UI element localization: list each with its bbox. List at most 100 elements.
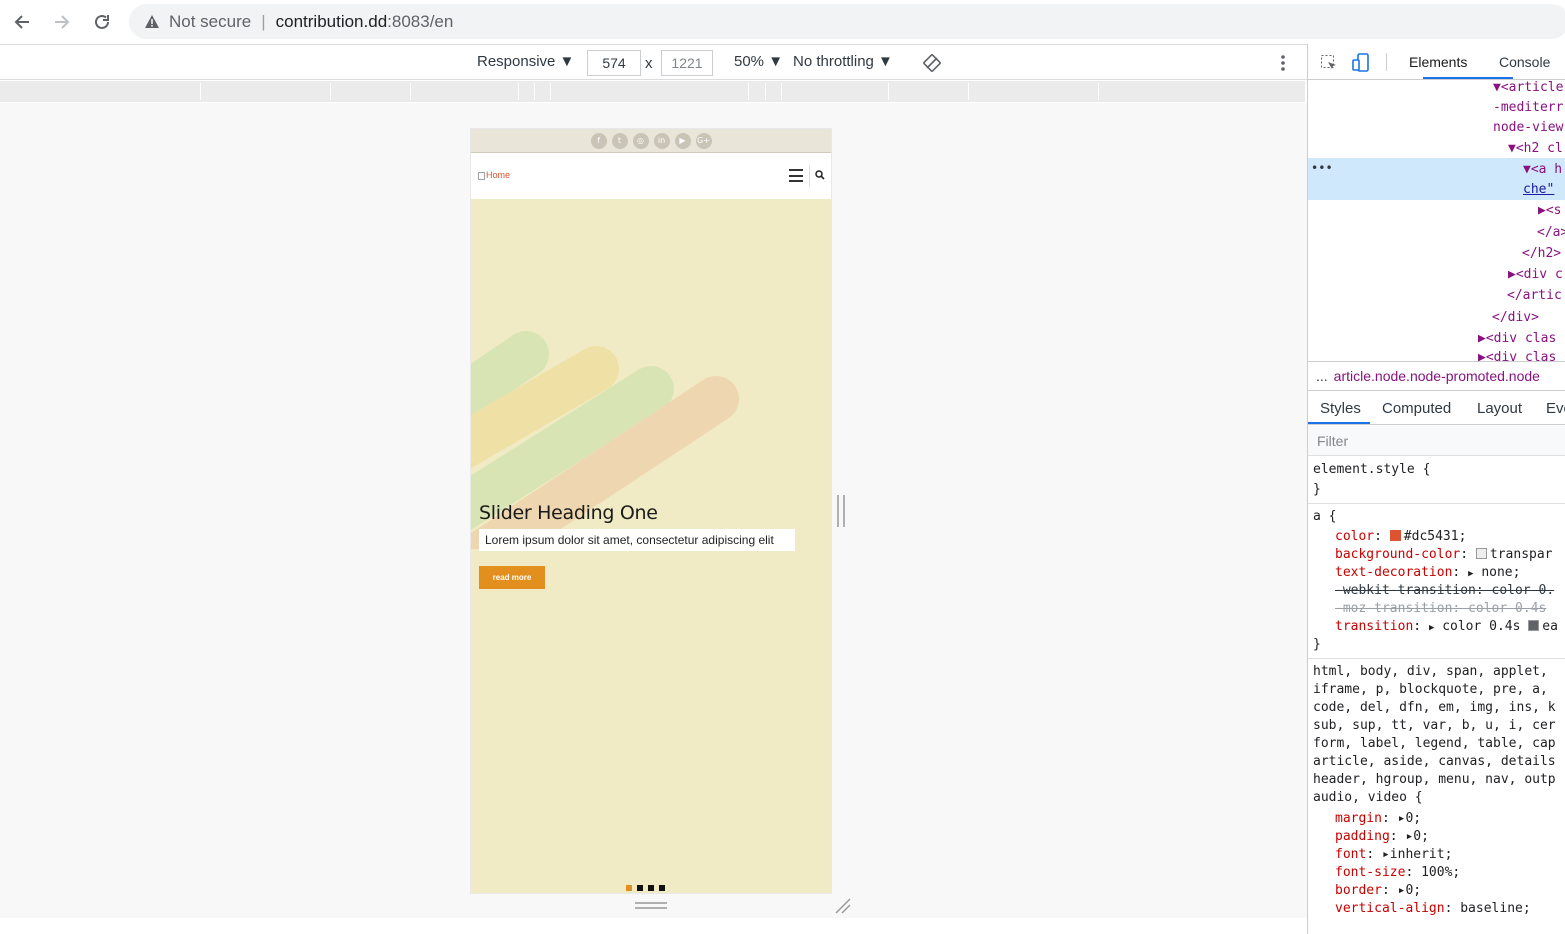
style-declaration[interactable]: transition: ▶ color 0.4s ea <box>1335 619 1558 634</box>
tab-elements[interactable]: Elements <box>1409 54 1467 70</box>
dom-line[interactable]: </artic <box>1507 288 1562 303</box>
logo-alt-text: Home <box>486 170 511 180</box>
dom-line[interactable]: ▼<a h <box>1523 162 1562 177</box>
transparent-swatch-icon <box>1475 548 1487 559</box>
dom-line[interactable]: </div> <box>1492 310 1539 325</box>
device-select[interactable]: Responsive ▼ <box>477 53 574 70</box>
header-divider <box>809 165 810 187</box>
device-toolbar: Responsive ▼ 574 x 1221 50% ▼ No throttl… <box>0 44 1307 80</box>
social-links-bar: f t ◎ in ▶ G+ <box>471 129 831 153</box>
browser-toolbar: Not secure | contribution.dd:8083/en <box>0 0 1565 44</box>
omnibox-divider: | <box>261 11 266 31</box>
dimension-times: x <box>645 55 653 72</box>
dom-line[interactable]: ▶<div c <box>1508 267 1563 282</box>
forward-button[interactable] <box>48 8 76 36</box>
back-button[interactable] <box>8 8 36 36</box>
width-input[interactable]: 574 <box>587 50 641 76</box>
tab-layout[interactable]: Layout <box>1477 400 1522 417</box>
dom-line[interactable]: -mediterr <box>1493 100 1563 115</box>
devtools-panel: Elements Console ••• ▼<article -mediterr… <box>1307 44 1565 934</box>
rule-selector-line: code, del, dfn, em, img, ins, k <box>1313 700 1556 715</box>
row-ellipsis[interactable]: ••• <box>1311 161 1333 175</box>
google-plus-icon[interactable]: G+ <box>695 132 712 149</box>
more-options-icon[interactable] <box>1275 53 1291 77</box>
style-declaration[interactable]: text-decoration: ▶ none; <box>1335 565 1520 580</box>
emulated-device-screen: f t ◎ in ▶ G+ Home Slider Heading One Lo… <box>471 129 831 893</box>
tab-console[interactable]: Console <box>1499 54 1550 70</box>
slide-heading: Slider Heading One <box>479 502 658 524</box>
active-subtab-indicator <box>1308 422 1370 424</box>
breadcrumb-ellipsis[interactable]: ... <box>1316 368 1328 384</box>
style-declaration[interactable]: vertical-align: baseline; <box>1335 901 1531 916</box>
zoom-select[interactable]: 50% ▼ <box>734 53 783 70</box>
search-icon[interactable] <box>815 170 825 180</box>
style-declaration[interactable]: background-color: transpar <box>1335 547 1553 562</box>
style-declaration[interactable]: font: ▸inherit; <box>1335 847 1452 862</box>
device-toggle-icon[interactable] <box>1352 53 1370 73</box>
media-query-bar[interactable] <box>0 81 1305 102</box>
active-tab-indicator <box>1423 77 1513 79</box>
rule-selector-line: iframe, p, blockquote, pre, a, <box>1313 682 1548 697</box>
url-host: contribution.dd <box>275 11 388 31</box>
slider-dot[interactable] <box>637 885 643 891</box>
dom-line[interactable]: ▶<div clas <box>1478 331 1556 346</box>
url-text: contribution.dd:8083/en <box>276 12 454 32</box>
rule-selector-line: html, body, div, span, applet, <box>1313 664 1548 679</box>
tab-event-listeners[interactable]: Eve <box>1546 400 1565 417</box>
slider-dot[interactable] <box>626 885 632 891</box>
security-label: Not secure <box>169 11 252 31</box>
tab-computed[interactable]: Computed <box>1382 400 1451 417</box>
inspect-element-icon[interactable] <box>1320 54 1338 72</box>
styles-filter-input[interactable]: Filter <box>1308 426 1565 456</box>
facebook-icon[interactable]: f <box>590 132 607 149</box>
height-resize-handle[interactable] <box>635 902 667 909</box>
rule-selector: a { <box>1313 509 1337 524</box>
back-arrow-icon <box>14 15 29 29</box>
slider-dot[interactable] <box>648 885 654 891</box>
element-style-close: } <box>1313 482 1321 497</box>
tab-styles[interactable]: Styles <box>1320 400 1361 417</box>
styles-subtabbar: Styles Computed Layout Eve <box>1308 391 1565 425</box>
style-declaration[interactable]: color: #dc5431; <box>1335 529 1466 544</box>
rule-selector-line: audio, video { <box>1313 790 1423 805</box>
style-declaration[interactable]: font-size: 100%; <box>1335 865 1460 880</box>
site-header: Home <box>471 153 831 199</box>
style-declaration[interactable]: padding: ▸0; <box>1335 829 1429 844</box>
style-declaration[interactable]: margin: ▸0; <box>1335 811 1421 826</box>
color-swatch-icon <box>1389 530 1401 541</box>
throttling-select[interactable]: No throttling ▼ <box>793 53 893 70</box>
reload-button[interactable] <box>88 8 116 36</box>
address-bar[interactable]: Not secure | contribution.dd:8083/en <box>129 4 1565 39</box>
instagram-icon[interactable]: ◎ <box>632 132 649 149</box>
menu-icon[interactable] <box>789 169 803 182</box>
rotate-icon[interactable] <box>922 53 942 77</box>
youtube-icon[interactable]: ▶ <box>674 132 691 149</box>
width-resize-handle[interactable] <box>837 495 845 527</box>
dom-line[interactable]: ▶<s <box>1538 203 1561 218</box>
linkedin-icon[interactable]: in <box>653 132 670 149</box>
dom-line[interactable]: ▼<h2 cl <box>1508 141 1563 156</box>
devtools-tabbar: Elements Console <box>1308 44 1565 80</box>
site-logo[interactable]: Home <box>478 170 510 180</box>
url-path: :8083/en <box>387 11 454 31</box>
slider-dot[interactable] <box>659 885 665 891</box>
overridden-declaration[interactable]: -moz-transition: color 0.4s <box>1335 601 1546 616</box>
twitter-icon[interactable]: t <box>611 132 628 149</box>
breadcrumb: ... article.node.node-promoted.node <box>1308 361 1565 391</box>
rule-selector-line: sub, sup, tt, var, b, u, i, cer <box>1313 718 1556 733</box>
broken-image-icon <box>478 171 485 180</box>
style-declaration[interactable]: border: ▸0; <box>1335 883 1421 898</box>
dom-line[interactable]: </a> <box>1537 225 1565 240</box>
easing-icon <box>1528 620 1540 631</box>
rule-selector-line: form, label, legend, table, cap <box>1313 736 1556 751</box>
breadcrumb-item[interactable]: article.node.node-promoted.node <box>1334 368 1540 384</box>
overridden-declaration[interactable]: -webkit-transition: color 0. <box>1335 583 1554 598</box>
corner-resize-icon[interactable] <box>834 897 852 915</box>
dom-line[interactable]: node-view <box>1493 120 1563 135</box>
dom-line[interactable]: ▼<article <box>1493 80 1563 95</box>
read-more-button[interactable]: read more <box>479 566 545 589</box>
height-input[interactable]: 1221 <box>661 50 713 76</box>
dom-line[interactable]: </h2> <box>1522 246 1561 261</box>
reload-icon <box>95 14 109 29</box>
dom-line-link[interactable]: che" <box>1523 182 1554 197</box>
